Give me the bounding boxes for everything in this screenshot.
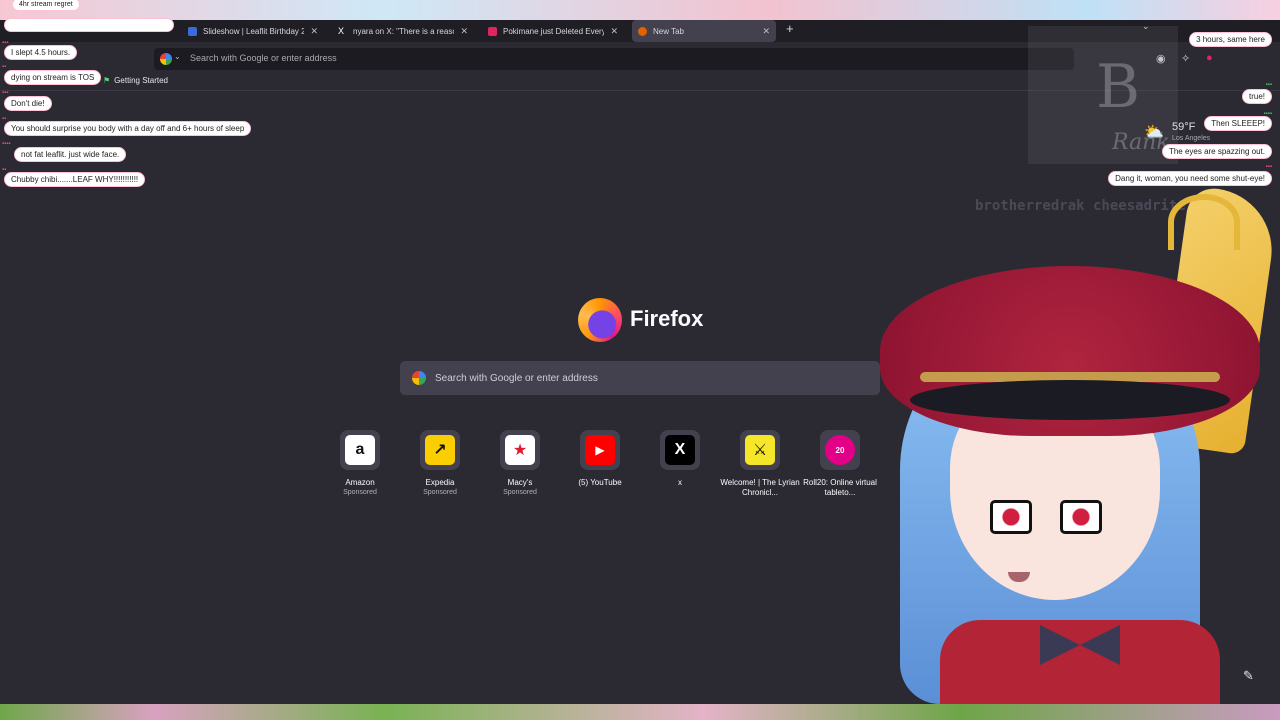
chat-username: ▪▪▪ — [2, 90, 9, 96]
chat-username: ▪▪ — [2, 64, 7, 70]
sponsored-label: Sponsored — [503, 489, 537, 496]
chat-message: Then SLEEEP! — [1204, 116, 1272, 131]
expedia-icon: ↗ — [425, 435, 455, 465]
firefox-favicon-icon — [638, 26, 647, 36]
macys-star-icon: ★ — [505, 435, 535, 465]
chat-message: 3 hours, same here — [1189, 32, 1272, 47]
stream-overlay-top-banner — [0, 0, 1280, 20]
close-tab-icon[interactable]: ✕ — [610, 26, 618, 37]
chat-username: ▪▪▪▪ — [2, 141, 11, 147]
chevron-down-icon[interactable]: ⌄ — [174, 52, 181, 61]
chat-message: Chubby chibi.......LEAF WHY!!!!!!!!!!! — [4, 172, 146, 187]
extensions-icon[interactable]: ✧ — [1181, 52, 1190, 65]
tab-slideshow[interactable]: Slideshow | Leaflit Birthday 202 ✕ — [182, 20, 324, 42]
top-site-lyrian-chronicles[interactable]: ⚔ Welcome! | The Lyrian Chronicl... — [720, 430, 800, 498]
chat-message: You should surprise you body with a day … — [4, 121, 252, 136]
weather-temperature: 59°F — [1172, 121, 1196, 133]
chat-message: dying on stream is TOS — [4, 70, 102, 85]
x-favicon-icon: X — [338, 25, 345, 36]
avatar-coat — [940, 620, 1220, 704]
chat-emote-row — [4, 18, 174, 32]
top-site-roll20[interactable]: 20 Roll20: Online virtual tableto... — [800, 430, 880, 498]
site-label: Roll20: Online virtual tableto... — [803, 478, 877, 497]
new-tab-button[interactable]: + — [786, 21, 794, 36]
sponsored-label: Sponsored — [423, 489, 457, 496]
tab-title: New Tab — [653, 26, 684, 36]
customize-pencil-icon[interactable]: ✎ — [1243, 668, 1254, 684]
chat-message: I slept 4.5 hours. — [4, 45, 78, 60]
newtab-search-box[interactable]: Search with Google or enter address — [400, 361, 880, 395]
site-tile: ↗ — [420, 430, 460, 470]
chat-username: ▪▪▪ — [1265, 164, 1272, 170]
bookmark-folder-icon: ⚑ — [103, 76, 111, 85]
beret-brim — [910, 380, 1230, 420]
extension-badge-icon[interactable]: ● — [1206, 52, 1213, 64]
firefox-logo-icon — [578, 298, 622, 342]
close-tab-icon[interactable]: ✕ — [310, 26, 318, 37]
site-tile: ★ — [500, 430, 540, 470]
vtuber-avatar — [880, 180, 1280, 704]
bookmark-getting-started[interactable]: ⚑ Getting Started — [103, 76, 168, 85]
rank-widget: B Rank — [1028, 26, 1178, 164]
x-logo-icon: X — [665, 435, 695, 465]
address-bar-placeholder: Search with Google or enter address — [190, 53, 337, 63]
youtube-icon: ▶ — [585, 435, 615, 465]
top-site-amazon[interactable]: a Amazon Sponsored — [320, 430, 400, 497]
tab-title: Pokimane just Deleted Everythi — [503, 26, 605, 36]
partly-cloudy-icon: ⛅ — [1144, 124, 1164, 141]
chat-username: ▪▪ — [2, 167, 7, 173]
close-tab-icon[interactable]: ✕ — [762, 26, 770, 37]
rank-letter: B — [1096, 52, 1141, 122]
chat-message: true! — [1241, 89, 1272, 104]
slideshow-favicon-icon — [188, 26, 197, 36]
firefox-wordmark: Firefox — [630, 306, 704, 331]
avatar-right-eye — [1060, 500, 1102, 534]
weather-location: Los Angeles — [1172, 135, 1211, 142]
site-label: (5) YouTube — [578, 478, 622, 487]
site-label: Amazon — [345, 478, 375, 487]
hair-antenna — [1168, 194, 1240, 250]
crossed-swords-icon: ⚔ — [745, 435, 775, 465]
close-tab-icon[interactable]: ✕ — [460, 26, 468, 37]
chat-message: not fat leaflit. just wide face. — [14, 147, 127, 162]
sponsored-label: Sponsored — [343, 489, 377, 496]
top-site-macys[interactable]: ★ Macy's Sponsored — [480, 430, 560, 497]
tab-new-tab[interactable]: New Tab ✕ — [632, 20, 776, 42]
chat-message: 4hr stream regret — [12, 0, 80, 11]
chat-message: Don't die! — [4, 96, 52, 111]
avatar-left-eye — [990, 500, 1032, 534]
tab-pokimane[interactable]: Pokimane just Deleted Everythi ✕ — [482, 20, 624, 42]
site-label: Welcome! | The Lyrian Chronicl... — [720, 478, 800, 497]
stream-overlay-bottom-banner — [0, 704, 1280, 720]
site-tile: 20 — [820, 430, 860, 470]
site-tile: ⚔ — [740, 430, 780, 470]
site-label: x — [678, 478, 682, 487]
site-tile: ▶ — [580, 430, 620, 470]
tab-title: nyara on X: "There is a reason w — [353, 26, 454, 36]
roll20-d20-icon: 20 — [825, 435, 855, 465]
site-tile: X — [660, 430, 700, 470]
site-label: Expedia — [425, 478, 455, 487]
site-label: Macy's — [507, 478, 533, 487]
site-tile: a — [340, 430, 380, 470]
top-site-youtube[interactable]: ▶ (5) YouTube — [560, 430, 640, 488]
bookmark-label: Getting Started — [114, 76, 168, 85]
chat-username: ▪▪▪ — [1265, 82, 1272, 88]
google-search-engine-icon[interactable] — [160, 53, 172, 65]
search-placeholder: Search with Google or enter address — [435, 373, 598, 384]
chat-message: The eyes are spazzing out. — [1161, 144, 1272, 159]
google-icon — [412, 371, 426, 385]
address-bar[interactable]: ⌄ Search with Google or enter address — [154, 48, 1074, 70]
chat-username: ▪▪ — [2, 116, 7, 122]
tab-nyara-x[interactable]: X nyara on X: "There is a reason w ✕ — [332, 20, 474, 42]
youtube-favicon-icon — [488, 26, 497, 36]
top-site-x[interactable]: X x — [640, 430, 720, 488]
top-site-expedia[interactable]: ↗ Expedia Sponsored — [400, 430, 480, 497]
tab-title: Slideshow | Leaflit Birthday 202 — [203, 26, 305, 36]
amazon-icon: a — [345, 435, 375, 465]
